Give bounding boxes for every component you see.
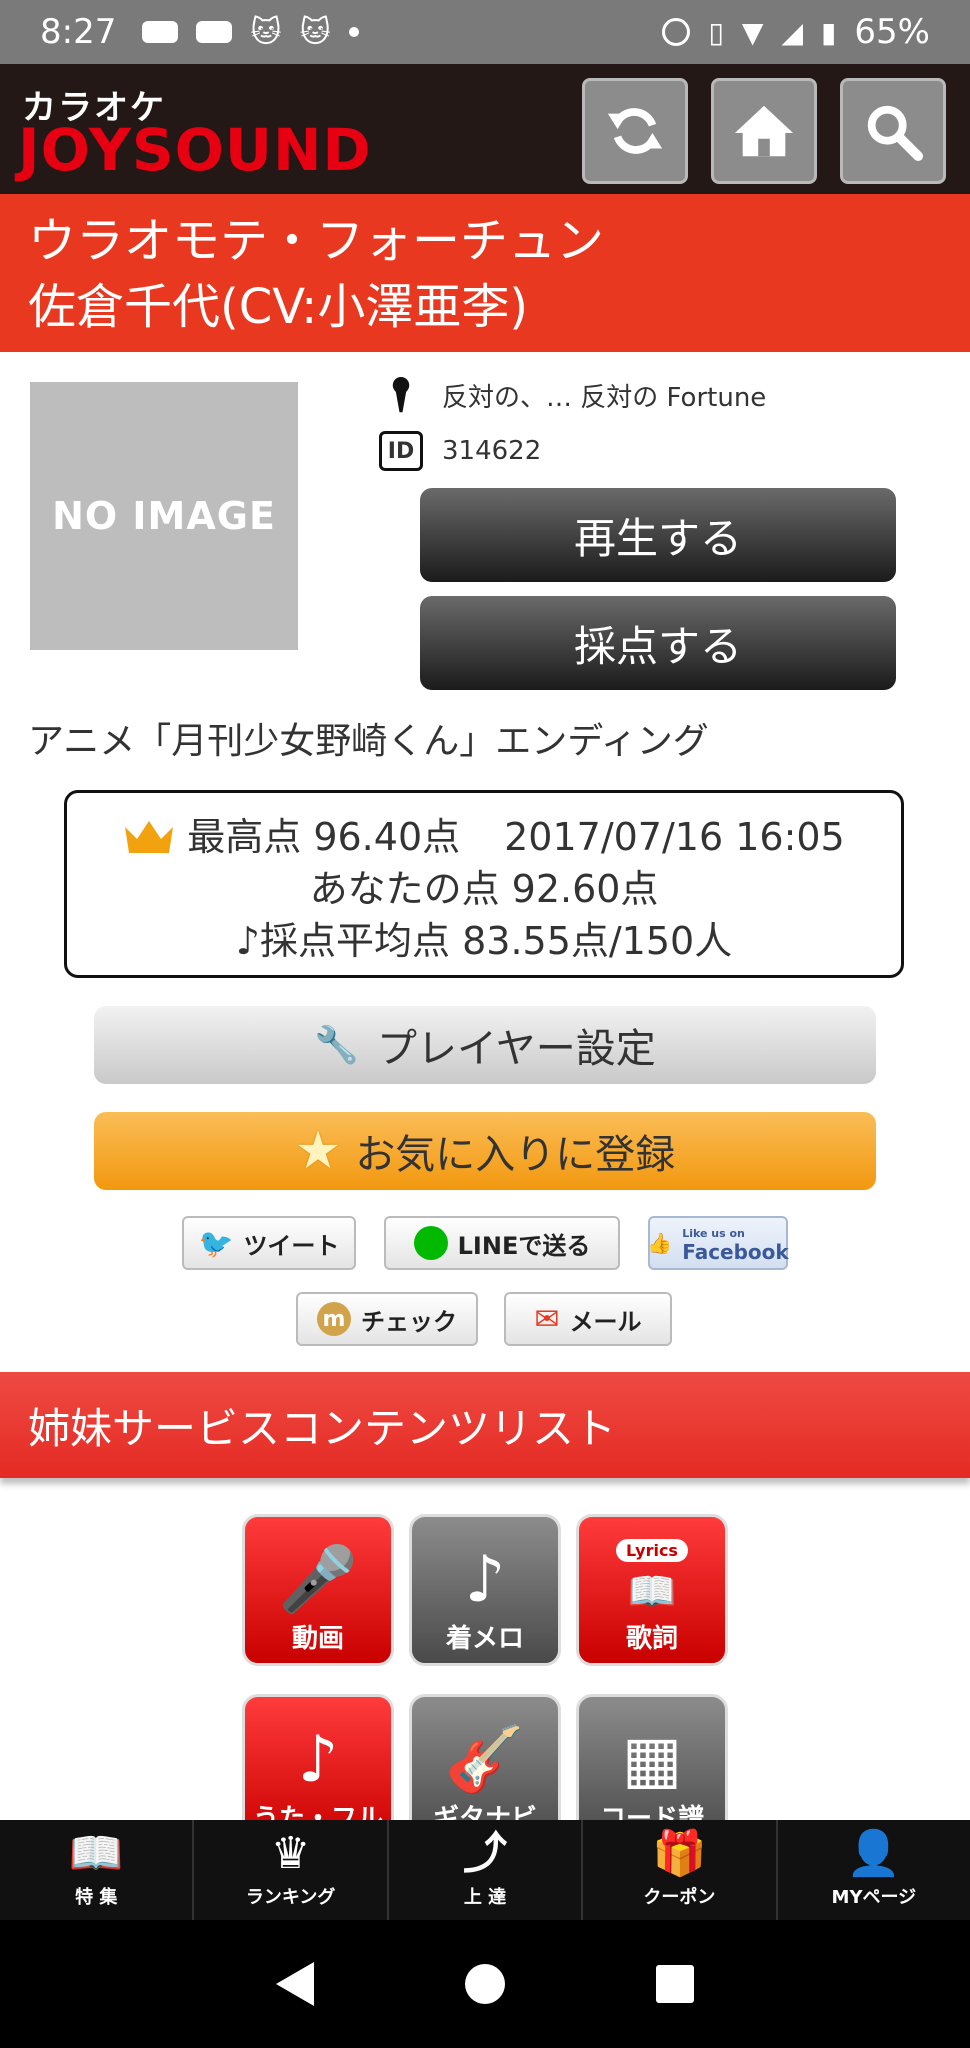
add-favorite-button[interactable]: ★ お気に入りに登録 (94, 1112, 876, 1190)
microphone-icon (378, 372, 424, 418)
tab-label: MYページ (831, 1887, 917, 1908)
music-note-icon: ♪ (297, 1723, 339, 1797)
tile-label: 歌詞 (625, 1624, 678, 1654)
tab-label: クーポン (643, 1887, 716, 1908)
tab-label: 上 達 (463, 1887, 507, 1908)
search-button[interactable] (840, 78, 946, 184)
sister-tile-douga[interactable]: 🎤 動画 (242, 1514, 394, 1666)
sister-services-title: 姉妹サービスコンテンツリスト (28, 1403, 617, 1453)
logo-joysound[interactable]: JOYSOUND (18, 116, 372, 184)
home-icon (734, 105, 794, 157)
book-icon: 📖 (627, 1569, 677, 1615)
tab-feature[interactable]: 📖 特 集 (0, 1820, 195, 1920)
person-icon: 👤 (846, 1828, 902, 1879)
tab-improve[interactable]: ⤴ 上 達 (389, 1820, 584, 1920)
gift-icon: 🎁 (652, 1828, 707, 1879)
game-controller-icon (196, 21, 233, 43)
cat-icon: 🐱 (299, 14, 331, 50)
crown-icon: ♛ (270, 1828, 311, 1879)
alarm-icon (662, 18, 691, 46)
song-title-band: ウラオモテ・フォーチュン 佐倉千代(CV:小澤亜李) (0, 194, 970, 352)
refresh-icon (607, 108, 663, 154)
back-icon[interactable] (275, 1962, 314, 2006)
song-id-row: ID 314622 (378, 428, 541, 474)
facebook-like-button[interactable]: 👍 Like us on Facebook (647, 1216, 789, 1270)
star-icon: ★ (294, 1121, 342, 1181)
score-box: 最高点 96.40点 2017/07/16 16:05 あなたの点 92.60点… (64, 790, 904, 978)
app-header: カラオケ JOYSOUND (0, 64, 970, 194)
lyric-start-row: 反対の、… 反対の Fortune (378, 372, 766, 418)
mail-button[interactable]: ✉ メール (504, 1292, 672, 1346)
lyric-start-text: 反対の、… 反対の Fortune (442, 382, 767, 413)
player-settings-label: プレイヤー設定 (377, 1026, 656, 1072)
lyrics-badge: Lyrics (616, 1539, 688, 1562)
notification-icons: 🐱 🐱 (142, 15, 359, 50)
sister-tile-chakumero[interactable]: ♪ 着メロ (409, 1514, 561, 1666)
mail-label: メール (569, 1307, 642, 1336)
microphone-icon: 🎤 (278, 1543, 358, 1617)
game-controller-icon (142, 21, 179, 43)
no-image-label: NO IMAGE (52, 494, 276, 538)
tweet-button[interactable]: 🐦 ツイート (182, 1216, 356, 1270)
book-icon: 📖 (68, 1828, 124, 1879)
check-label: チェック (361, 1307, 457, 1336)
song-title: ウラオモテ・フォーチュン (28, 213, 605, 269)
android-nav-bar (0, 1920, 970, 2048)
more-notifications-dot (348, 27, 359, 37)
facebook-label: Facebook (682, 1240, 789, 1264)
your-score: あなたの点 92.60点 (309, 867, 659, 911)
battery-level: 65% (854, 12, 930, 52)
tab-label: ランキング (245, 1887, 336, 1908)
mail-icon: ✉ (534, 1301, 560, 1337)
best-score-date: 2017/07/16 16:05 (504, 815, 845, 859)
tab-coupon[interactable]: 🎁 クーポン (583, 1820, 778, 1920)
tile-label: 着メロ (445, 1624, 524, 1654)
score-button[interactable]: 採点する (420, 596, 896, 690)
battery-icon: ▮ (821, 15, 837, 49)
song-artist[interactable]: 佐倉千代(CV:小澤亜李) (28, 274, 942, 340)
sister-services-heading: 姉妹サービスコンテンツリスト (0, 1372, 970, 1478)
arrow-up-icon: ⤴ (463, 1828, 508, 1879)
tieup-text: アニメ「月刊少女野崎くん」エンディング (28, 721, 709, 762)
wrench-icon: 🔧 (314, 1025, 359, 1066)
tab-mypage[interactable]: 👤 MYページ (778, 1820, 970, 1920)
song-id: 314622 (442, 436, 542, 466)
best-score: 最高点 96.40点 (187, 815, 461, 859)
signal-icon: ◢ (781, 15, 803, 49)
line-share-label: LINEで送る (457, 1231, 591, 1260)
id-icon: ID (378, 428, 424, 474)
status-bar: 8:27 🐱 🐱 ▯ ▼ ◢ ▮ 65% (0, 0, 970, 64)
add-favorite-label: お気に入りに登録 (355, 1132, 676, 1178)
cat-icon: 🐱 (250, 14, 282, 50)
mixi-icon: m (317, 1302, 351, 1336)
system-icons: ▯ ▼ ◢ ▮ 65% (662, 12, 930, 52)
guitar-icon: 🎸 (445, 1723, 525, 1797)
player-settings-button[interactable]: 🔧 プレイヤー設定 (94, 1006, 876, 1084)
tweet-label: ツイート (243, 1231, 340, 1260)
bottom-tab-bar: 📖 特 集 ♛ ランキング ⤴ 上 達 🎁 クーポン 👤 MYページ (0, 1820, 970, 1920)
sister-tile-kashi[interactable]: Lyrics 📖 歌詞 (576, 1514, 728, 1666)
twitter-bird-icon: 🐦 (198, 1226, 234, 1260)
crown-icon (125, 821, 174, 853)
tile-label: 動画 (291, 1624, 344, 1654)
mixi-check-button[interactable]: m チェック (296, 1292, 478, 1346)
vibrate-icon: ▯ (708, 15, 724, 49)
music-note-bars-icon: ♪ (464, 1543, 506, 1617)
average-score: ♪採点平均点 83.55点/150人 (235, 919, 733, 963)
line-icon (413, 1226, 448, 1260)
refresh-button[interactable] (582, 78, 688, 184)
tab-label: 特 集 (75, 1887, 118, 1908)
status-time: 8:27 (40, 12, 117, 52)
search-icon (867, 105, 924, 162)
tab-ranking[interactable]: ♛ ランキング (194, 1820, 389, 1920)
home-button[interactable] (711, 78, 817, 184)
chord-chart-icon: ▦ (621, 1723, 683, 1797)
thumbs-up-icon: 👍 (647, 1231, 673, 1255)
jacket-image: NO IMAGE (30, 382, 298, 650)
recent-apps-icon[interactable] (656, 1965, 695, 2003)
home-circle-icon[interactable] (464, 1964, 505, 2004)
wifi-icon: ▼ (741, 15, 764, 49)
play-button[interactable]: 再生する (420, 488, 896, 582)
line-share-button[interactable]: LINEで送る (384, 1216, 620, 1270)
